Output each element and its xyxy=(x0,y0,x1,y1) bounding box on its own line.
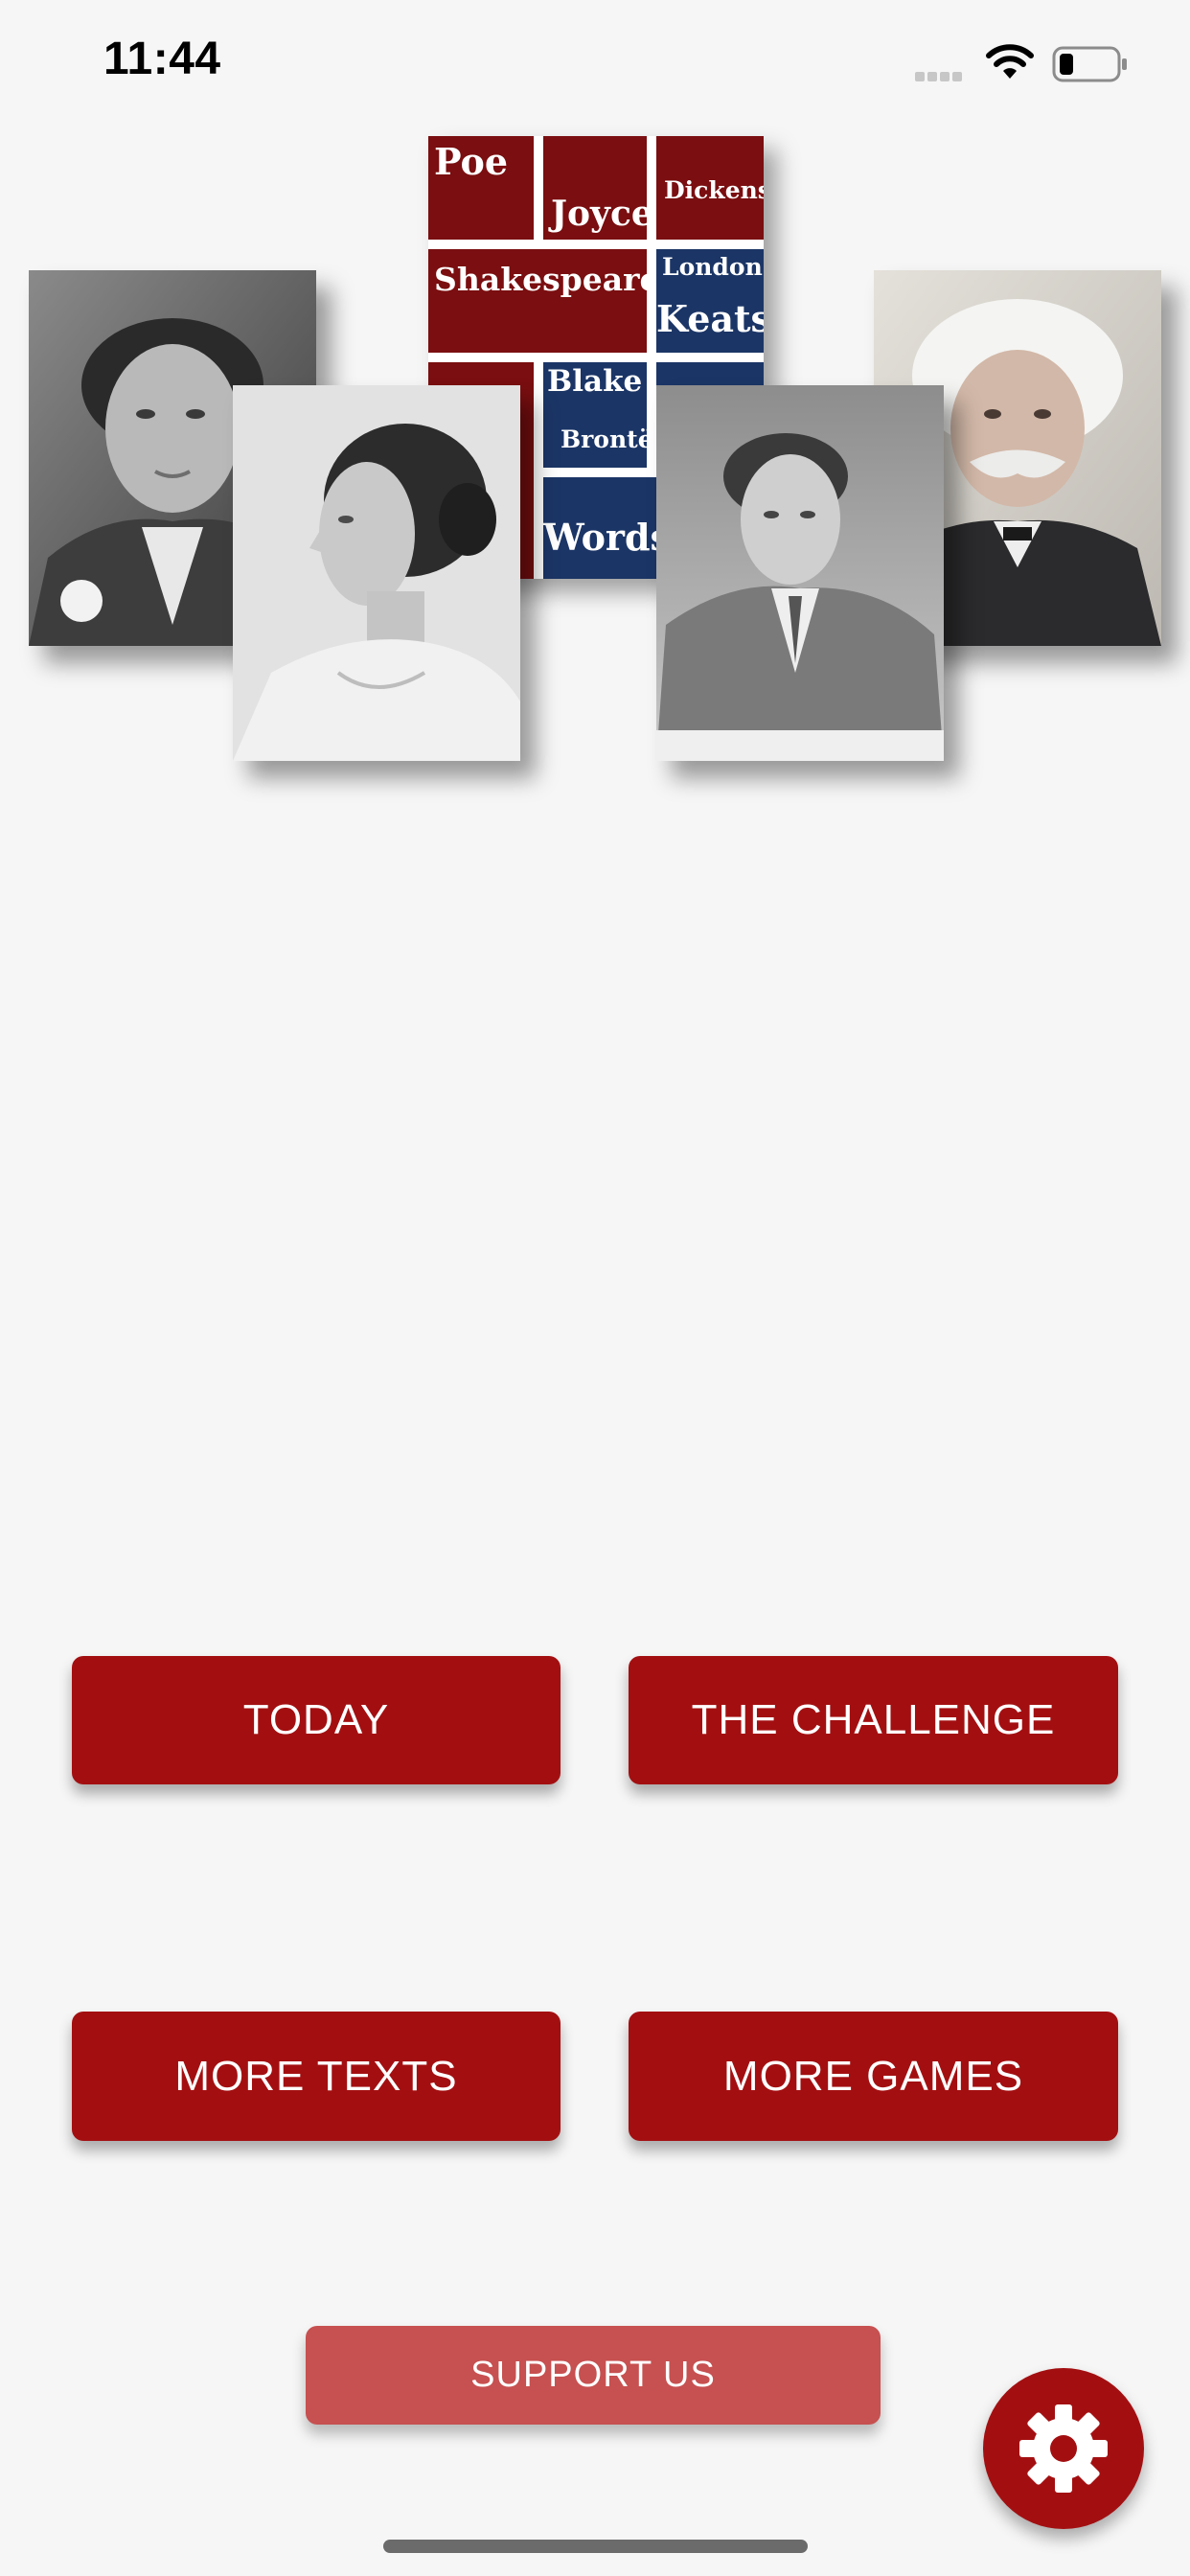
tile-london-keats: London Keats xyxy=(656,249,764,353)
tile-poe: Poe xyxy=(428,136,534,240)
tile-shakespeare: Shakespeare xyxy=(428,249,647,353)
more-texts-button[interactable]: MORE TEXTS xyxy=(72,2012,561,2141)
more-games-button[interactable]: MORE GAMES xyxy=(629,2012,1118,2141)
word-blake: Blake xyxy=(547,364,643,399)
wifi-icon xyxy=(985,44,1035,85)
portrait-woman-profile xyxy=(233,385,520,761)
today-button[interactable]: TODAY xyxy=(72,1656,561,1784)
settings-button[interactable] xyxy=(983,2368,1144,2529)
tile-blake-bronte: Blake Brontë xyxy=(543,362,647,468)
signal-icon xyxy=(915,69,965,86)
challenge-button[interactable]: THE CHALLENGE xyxy=(629,1656,1118,1784)
word-bronte: Brontë xyxy=(561,426,647,453)
word-poe: Poe xyxy=(434,140,509,183)
word-dickens: Dickens xyxy=(664,176,764,204)
word-keats: Keats xyxy=(656,297,764,340)
status-time: 11:44 xyxy=(103,34,221,84)
support-us-button[interactable]: SUPPORT US xyxy=(306,2326,881,2425)
home-indicator xyxy=(383,2540,808,2553)
battery-icon xyxy=(1052,46,1129,87)
gear-icon xyxy=(1019,2404,1108,2493)
portrait-man-suit xyxy=(656,385,944,761)
word-london: London xyxy=(662,253,763,281)
tile-dickens: Dickens xyxy=(656,136,764,240)
tile-joyce: Joyce xyxy=(543,136,647,240)
word-shakespeare: Shakespeare xyxy=(434,261,647,298)
word-words: Words xyxy=(543,516,671,559)
word-joyce: Joyce xyxy=(551,194,647,234)
